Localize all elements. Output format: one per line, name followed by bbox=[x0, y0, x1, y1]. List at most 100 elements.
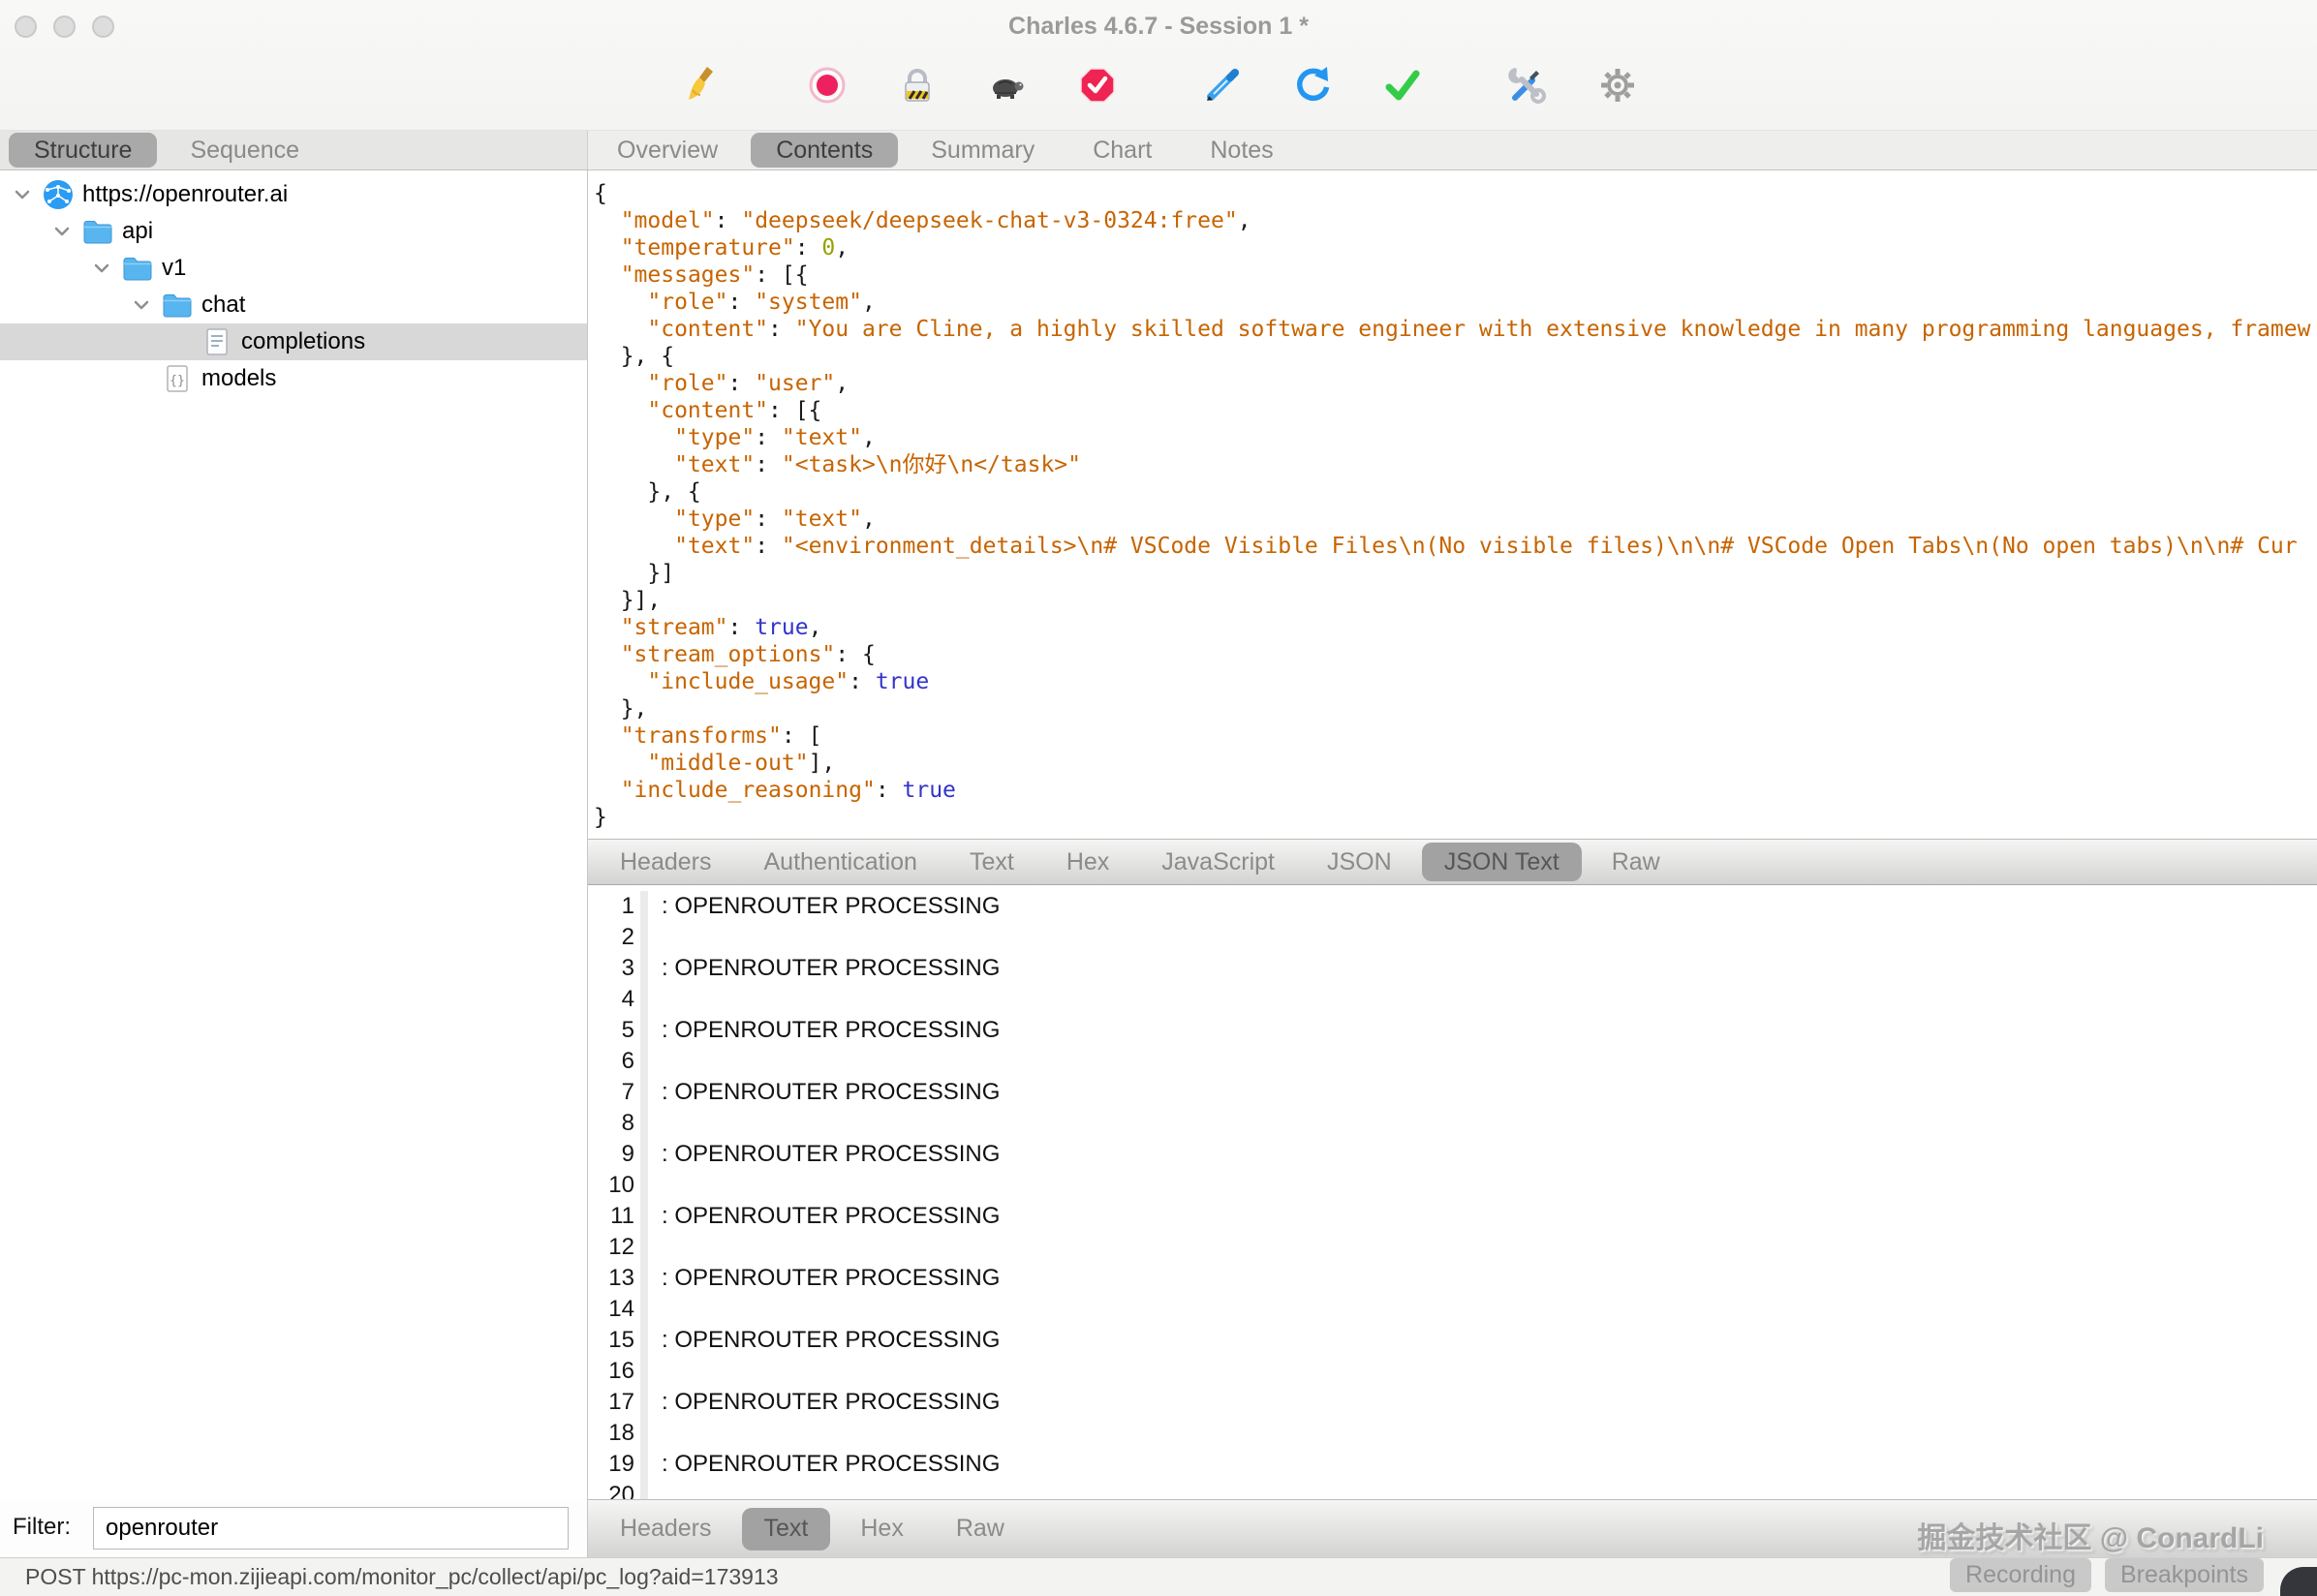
line-text: : OPENROUTER PROCESSING bbox=[662, 1139, 1000, 1170]
tab-hex[interactable]: Hex bbox=[838, 1508, 925, 1550]
tab-javascript[interactable]: JavaScript bbox=[1139, 843, 1297, 881]
tab-text[interactable]: Text bbox=[947, 843, 1036, 881]
validate-check-icon[interactable] bbox=[1381, 64, 1424, 107]
code-line: "role": "system", bbox=[594, 289, 2317, 316]
response-line: 11: OPENROUTER PROCESSING bbox=[588, 1201, 2317, 1232]
tools-icon[interactable] bbox=[1506, 64, 1549, 107]
structure-panel[interactable]: https://openrouter.ai api v1 chat completion… bbox=[0, 170, 588, 1499]
repeat-refresh-icon[interactable] bbox=[1291, 64, 1334, 107]
response-body-lines[interactable]: 1: OPENROUTER PROCESSING23: OPENROUTER P… bbox=[588, 885, 2317, 1499]
chevron-down-icon[interactable] bbox=[12, 184, 42, 205]
tab-json[interactable]: JSON bbox=[1305, 843, 1414, 881]
line-number: 3 bbox=[588, 953, 648, 984]
tree-item-api[interactable]: api bbox=[0, 213, 587, 250]
settings-gear-icon[interactable] bbox=[1596, 64, 1639, 107]
tab-label: JavaScript bbox=[1161, 848, 1275, 876]
line-text: : OPENROUTER PROCESSING bbox=[662, 1325, 1000, 1356]
tab-overview[interactable]: Overview bbox=[592, 133, 743, 168]
braces-icon: {} bbox=[161, 362, 201, 395]
response-line: 15 : OPENROUTER PROCESSING bbox=[588, 1325, 2317, 1356]
response-line: 14 bbox=[588, 1294, 2317, 1325]
line-number: 19 bbox=[588, 1449, 648, 1480]
tab-headers[interactable]: Headers bbox=[598, 843, 734, 881]
chevron-down-icon[interactable] bbox=[131, 294, 161, 316]
response-line: 7: OPENROUTER PROCESSING bbox=[588, 1077, 2317, 1108]
ssl-proxy-lock-icon[interactable] bbox=[896, 64, 939, 107]
code-line: }], bbox=[594, 587, 2317, 614]
tree-item-label: v1 bbox=[162, 255, 186, 282]
record-icon[interactable] bbox=[806, 64, 849, 107]
chevron-down-icon[interactable] bbox=[51, 221, 81, 242]
folder-icon bbox=[161, 289, 201, 322]
tab-chart[interactable]: Chart bbox=[1067, 133, 1177, 168]
tab-sequence[interactable]: Sequence bbox=[165, 133, 324, 168]
code-line: "content": [{ bbox=[594, 397, 2317, 424]
code-line: "stream": true, bbox=[594, 614, 2317, 641]
tab-json-text[interactable]: JSON Text bbox=[1422, 843, 1582, 881]
code-line: }] bbox=[594, 560, 2317, 587]
code-line: "model": "deepseek/deepseek-chat-v3-0324… bbox=[594, 207, 2317, 234]
tab-label: Contents bbox=[776, 137, 873, 165]
tab-label: Chart bbox=[1093, 137, 1152, 165]
main-split: https://openrouter.ai api v1 chat completion… bbox=[0, 170, 2317, 1499]
code-line: "temperature": 0, bbox=[594, 234, 2317, 261]
folder-icon bbox=[81, 215, 122, 248]
throttle-turtle-icon[interactable] bbox=[986, 64, 1029, 107]
response-line: 19: OPENROUTER PROCESSING bbox=[588, 1449, 2317, 1480]
response-line: 10 bbox=[588, 1170, 2317, 1201]
breakpoints-toggle[interactable]: Breakpoints bbox=[2105, 1558, 2264, 1592]
line-number: 14 bbox=[588, 1294, 648, 1325]
tab-raw[interactable]: Raw bbox=[1590, 843, 1683, 881]
response-line: 5: OPENROUTER PROCESSING bbox=[588, 1015, 2317, 1046]
tab-label: Authentication bbox=[764, 848, 917, 876]
tab-text[interactable]: Text bbox=[742, 1508, 831, 1550]
tree-item-completions[interactable]: completions bbox=[0, 323, 587, 360]
line-text: : OPENROUTER PROCESSING bbox=[662, 891, 1000, 922]
filter-input[interactable] bbox=[93, 1507, 569, 1550]
tab-raw[interactable]: Raw bbox=[934, 1508, 1027, 1550]
response-line: 12 bbox=[588, 1232, 2317, 1263]
code-line: "content": "You are Cline, a highly skil… bbox=[594, 316, 2317, 343]
tree-item-v1[interactable]: v1 bbox=[0, 250, 587, 287]
compose-pen-icon[interactable] bbox=[1201, 64, 1244, 107]
breakpoints-stop-icon[interactable] bbox=[1076, 64, 1119, 107]
tab-label: JSON bbox=[1327, 848, 1392, 876]
clear-broom-icon[interactable] bbox=[681, 64, 724, 107]
status-toggles: Recording Breakpoints bbox=[1917, 1558, 2264, 1592]
line-number: 5 bbox=[588, 1015, 648, 1046]
response-line: 6 bbox=[588, 1046, 2317, 1077]
tab-contents[interactable]: Contents bbox=[751, 133, 898, 168]
tab-label: Raw bbox=[956, 1515, 1004, 1543]
tab-notes[interactable]: Notes bbox=[1185, 133, 1298, 168]
filter-label: Filter: bbox=[13, 1514, 71, 1541]
line-number: 15 bbox=[588, 1325, 648, 1356]
tree-item-label: api bbox=[122, 218, 153, 245]
chevron-down-icon[interactable] bbox=[91, 258, 121, 279]
tab-summary[interactable]: Summary bbox=[906, 133, 1060, 168]
tab-structure[interactable]: Structure bbox=[9, 133, 157, 168]
code-line: "role": "user", bbox=[594, 370, 2317, 397]
code-line: "type": "text", bbox=[594, 424, 2317, 451]
line-number: 6 bbox=[588, 1046, 648, 1077]
tab-label: JSON Text bbox=[1444, 848, 1560, 876]
site-tree: https://openrouter.ai api v1 chat completion… bbox=[0, 170, 587, 397]
response-line: 2 bbox=[588, 922, 2317, 953]
code-line: "include_usage": true bbox=[594, 668, 2317, 695]
line-text: : OPENROUTER PROCESSING bbox=[662, 1387, 1000, 1418]
code-line: "include_reasoning": true bbox=[594, 777, 2317, 804]
tab-headers[interactable]: Headers bbox=[598, 1508, 734, 1550]
line-number: 11 bbox=[588, 1201, 648, 1232]
tab-authentication[interactable]: Authentication bbox=[742, 843, 940, 881]
response-line: 3: OPENROUTER PROCESSING bbox=[588, 953, 2317, 984]
tree-item-label: chat bbox=[201, 292, 245, 319]
request-body-json[interactable]: { "model": "deepseek/deepseek-chat-v3-03… bbox=[588, 170, 2317, 839]
tree-item-https-openrouter-ai[interactable]: https://openrouter.ai bbox=[0, 176, 587, 213]
code-line: } bbox=[594, 804, 2317, 831]
tree-item-chat[interactable]: chat bbox=[0, 287, 587, 323]
recording-toggle[interactable]: Recording bbox=[1950, 1558, 2091, 1592]
tree-item-models[interactable]: {}models bbox=[0, 360, 587, 397]
tab-hex[interactable]: Hex bbox=[1044, 843, 1131, 881]
folder-icon bbox=[121, 252, 162, 285]
code-line: }, { bbox=[594, 478, 2317, 506]
tab-label: Headers bbox=[620, 848, 712, 876]
